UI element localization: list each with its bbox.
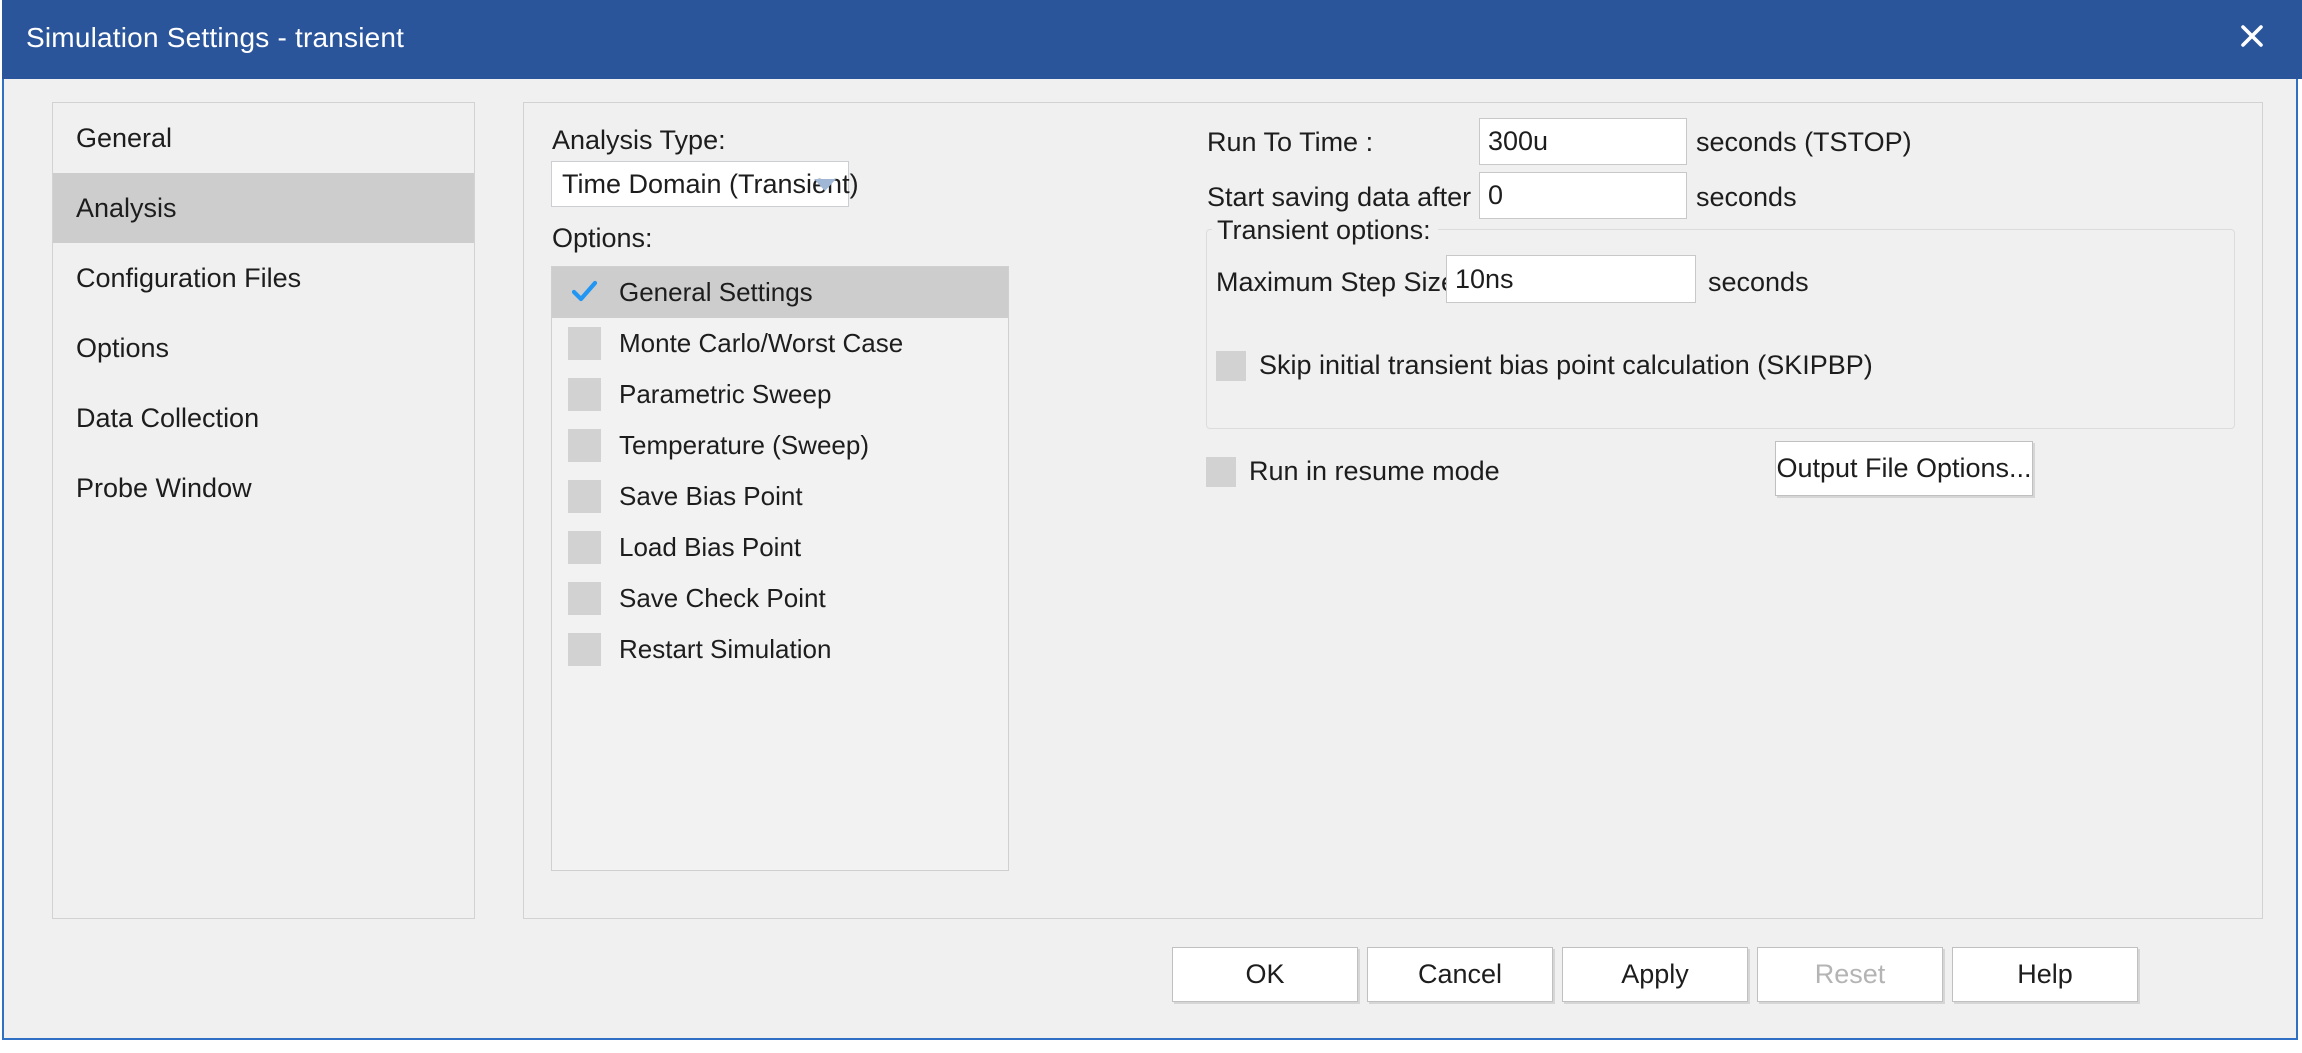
option-row-monte-carlo-worst-case[interactable]: Monte Carlo/Worst Case: [552, 318, 1008, 369]
checkbox-save-check-point[interactable]: [568, 582, 601, 615]
start-saving-data-unit: seconds: [1696, 182, 1797, 212]
run-in-resume-mode-checkbox[interactable]: Run in resume mode: [1206, 456, 1500, 487]
maximum-step-size-input[interactable]: [1446, 255, 1696, 303]
check-icon: [570, 277, 599, 311]
category-item-configuration-files[interactable]: Configuration Files: [53, 243, 474, 313]
category-item-label: Options: [76, 332, 170, 363]
checkbox-temperature-sweep[interactable]: [568, 429, 601, 462]
option-row-general-settings[interactable]: General Settings: [552, 267, 1008, 318]
settings-panel: Analysis Type: Time Domain (Transient) O…: [523, 102, 2263, 919]
checkbox-save-bias-point[interactable]: [568, 480, 601, 513]
option-row-save-check-point[interactable]: Save Check Point: [552, 573, 1008, 624]
close-button[interactable]: [2230, 14, 2274, 58]
category-item-label: Configuration Files: [76, 262, 302, 293]
category-item-label: General: [76, 122, 173, 153]
option-label: General Settings: [619, 277, 813, 307]
category-panel: General Analysis Configuration Files Opt…: [52, 102, 475, 919]
category-item-options[interactable]: Options: [53, 313, 474, 383]
checkbox-restart-simulation[interactable]: [568, 633, 601, 666]
checkbox-square: [1216, 350, 1246, 381]
checkbox-parametric-sweep[interactable]: [568, 378, 601, 411]
options-listbox[interactable]: General Settings Monte Carlo/Worst Case …: [551, 266, 1009, 871]
category-item-label: Probe Window: [76, 472, 252, 503]
transient-options-group: [1206, 229, 2235, 429]
category-item-general[interactable]: General: [53, 103, 474, 173]
simulation-settings-dialog: Simulation Settings - transient General …: [2, 0, 2302, 1040]
transient-options-group-label: Transient options:: [1212, 215, 1438, 246]
analysis-type-dropdown[interactable]: Time Domain (Transient): [551, 161, 859, 207]
checkbox-square: [1206, 456, 1236, 487]
option-label: Monte Carlo/Worst Case: [619, 328, 904, 358]
close-icon: [2239, 23, 2265, 49]
window-title: Simulation Settings - transient: [26, 22, 405, 53]
run-in-resume-mode-label: Run in resume mode: [1249, 456, 1500, 486]
cancel-button[interactable]: Cancel: [1367, 947, 1553, 1002]
category-item-probe-window[interactable]: Probe Window: [53, 453, 474, 523]
option-label: Load Bias Point: [619, 532, 802, 562]
option-label: Temperature (Sweep): [619, 430, 869, 460]
option-label: Restart Simulation: [619, 634, 832, 664]
option-row-load-bias-point[interactable]: Load Bias Point: [552, 522, 1008, 573]
run-to-time-label: Run To Time :: [1207, 127, 1374, 157]
run-to-time-unit: seconds (TSTOP): [1696, 127, 1912, 157]
skip-initial-transient-bias-point-checkbox[interactable]: Skip initial transient bias point calcul…: [1216, 350, 1873, 381]
start-saving-data-label: Start saving data after :: [1207, 182, 1487, 212]
option-row-save-bias-point[interactable]: Save Bias Point: [552, 471, 1008, 522]
checkbox-monte-carlo-worst-case[interactable]: [568, 327, 601, 360]
title-bar: Simulation Settings - transient: [2, 0, 2302, 79]
maximum-step-size-label: Maximum Step Size: [1216, 267, 1457, 297]
category-item-label: Data Collection: [76, 402, 260, 433]
skip-initial-transient-bias-point-label: Skip initial transient bias point calcul…: [1259, 350, 1873, 380]
dialog-body: General Analysis Configuration Files Opt…: [4, 79, 2296, 1038]
option-label: Save Check Point: [619, 583, 826, 613]
chevron-down-icon: [814, 179, 836, 191]
dialog-button-bar: OK Cancel Apply Reset Help: [4, 947, 2296, 1047]
category-item-label: Analysis: [76, 192, 177, 223]
category-item-data-collection[interactable]: Data Collection: [53, 383, 474, 453]
checkbox-load-bias-point[interactable]: [568, 531, 601, 564]
option-row-temperature-sweep[interactable]: Temperature (Sweep): [552, 420, 1008, 471]
output-file-options-button[interactable]: Output File Options...: [1775, 441, 2033, 496]
reset-button: Reset: [1757, 947, 1943, 1002]
option-label: Save Bias Point: [619, 481, 803, 511]
maximum-step-size-unit: seconds: [1708, 267, 1809, 297]
option-label: Parametric Sweep: [619, 379, 832, 409]
option-row-restart-simulation[interactable]: Restart Simulation: [552, 624, 1008, 675]
analysis-type-label: Analysis Type:: [552, 125, 726, 155]
option-row-parametric-sweep[interactable]: Parametric Sweep: [552, 369, 1008, 420]
checkbox-general-settings[interactable]: [568, 276, 601, 309]
ok-button[interactable]: OK: [1172, 947, 1358, 1002]
options-label: Options:: [552, 223, 653, 253]
help-button[interactable]: Help: [1952, 947, 2138, 1002]
run-to-time-input[interactable]: [1479, 118, 1687, 165]
apply-button[interactable]: Apply: [1562, 947, 1748, 1002]
category-item-analysis[interactable]: Analysis: [53, 173, 474, 243]
start-saving-data-input[interactable]: [1479, 172, 1687, 219]
